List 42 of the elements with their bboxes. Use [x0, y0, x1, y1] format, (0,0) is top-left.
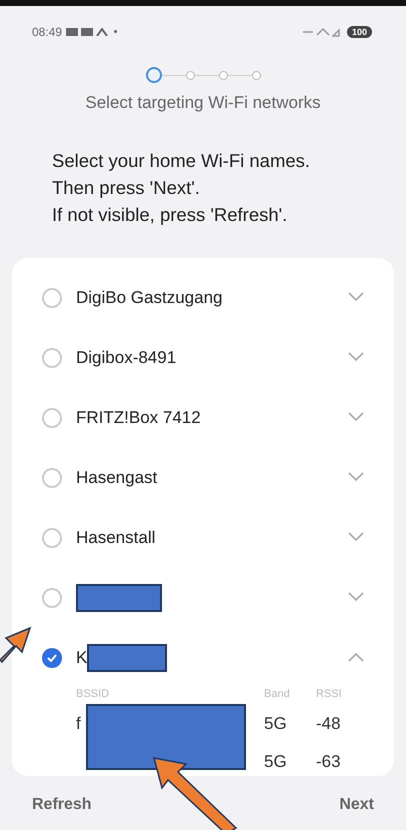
- checked-radio[interactable]: [42, 648, 62, 668]
- instruction-text: If not visible, press 'Refresh'.: [52, 203, 288, 227]
- network-name: FRITZ!Box 7412: [76, 408, 201, 428]
- column-header: BSSID: [76, 688, 110, 700]
- radio-button[interactable]: [42, 528, 62, 548]
- signal-wifi-icons: [300, 26, 341, 36]
- chevron-down-icon[interactable]: [348, 472, 364, 482]
- network-name: Hasenstall: [76, 528, 156, 548]
- rssi-text: -48: [316, 714, 342, 734]
- battery-level: 100: [346, 26, 372, 38]
- band-text: 5G: [264, 714, 288, 734]
- radio-button[interactable]: [42, 348, 62, 368]
- radio-button[interactable]: [42, 408, 62, 428]
- network-name: Hasengast: [76, 468, 158, 488]
- notification-icon: [66, 28, 78, 36]
- dot-icon: [114, 30, 118, 33]
- chevron-down-icon[interactable]: [348, 352, 364, 362]
- chevron-up-icon[interactable]: [348, 652, 364, 662]
- band-text: 5G: [264, 752, 288, 772]
- network-name: Digibox-8491: [76, 348, 176, 368]
- instruction-text: Then press 'Next'.: [52, 176, 201, 200]
- network-name: K: [76, 648, 88, 668]
- bssid-text: f: [76, 714, 81, 734]
- radio-button[interactable]: [42, 588, 62, 608]
- instruction-text: Select your home Wi-Fi names.: [52, 149, 312, 173]
- chevron-down-icon[interactable]: [348, 532, 364, 542]
- checkmark-icon: [47, 654, 57, 662]
- chevron-down-icon[interactable]: [348, 412, 364, 422]
- notification-icon: [81, 28, 94, 36]
- page-title: Select targeting Wi-Fi networks: [84, 93, 322, 113]
- network-name: DigiBo Gastzugang: [76, 288, 222, 308]
- notification-icon: [96, 28, 108, 36]
- footer-button[interactable]: Next: [339, 796, 374, 814]
- rssi-text: -63: [316, 752, 342, 772]
- status-time: 08:49: [32, 24, 62, 38]
- column-header: Band: [264, 688, 291, 700]
- chevron-down-icon[interactable]: [348, 592, 364, 602]
- chevron-down-icon[interactable]: [348, 292, 364, 302]
- footer-button[interactable]: Refresh: [32, 796, 92, 814]
- column-header: RSSI: [316, 688, 343, 700]
- radio-button[interactable]: [42, 288, 62, 308]
- radio-button[interactable]: [42, 468, 62, 488]
